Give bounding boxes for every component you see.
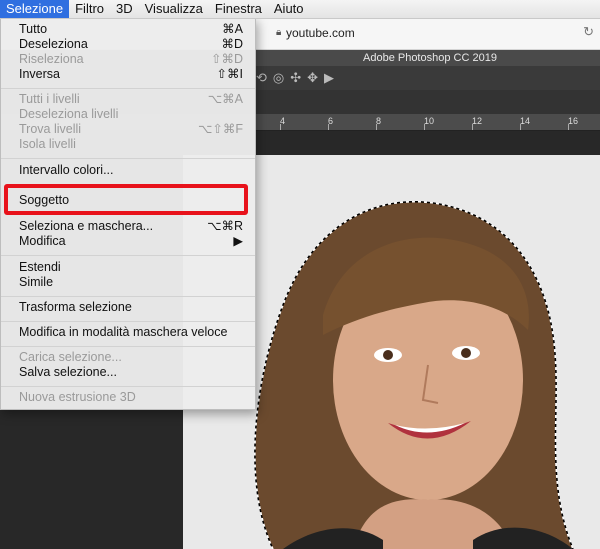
ruler-tick: 12 <box>472 116 483 126</box>
menu-separator <box>1 255 255 256</box>
menu-item-label: Nuova estrusione 3D <box>19 390 136 404</box>
menu-item-label: Intervallo colori... <box>19 163 114 177</box>
menu-item-label: Trova livelli <box>19 122 82 136</box>
menu-item-salva-selezione[interactable]: Salva selezione... <box>19 365 243 380</box>
menu-selezione[interactable]: Selezione <box>0 0 70 18</box>
menu-item-tutti-i-livelli: Tutti i livelli ⌥⌘A <box>19 92 243 107</box>
menu-aiuto[interactable]: Aiuto <box>268 0 310 18</box>
menu-item-label: Salva selezione... <box>19 365 117 379</box>
menu-item-maschera-veloce[interactable]: Modifica in modalità maschera veloce <box>19 325 243 340</box>
menu-item-riseleziona: Riseleziona ⇧⌘D <box>19 52 243 67</box>
menu-item-shortcut: ⇧⌘I <box>216 67 243 81</box>
menu-item-deseleziona[interactable]: Deseleziona ⌘D <box>19 37 243 52</box>
menu-item-seleziona-e-maschera[interactable]: Seleziona e maschera... ⌥⌘R <box>19 219 243 234</box>
menu-item-label: Simile <box>19 275 54 289</box>
3d-mode-icons[interactable]: ⟲◎✣✥▶ <box>256 70 340 86</box>
menu-item-label: Isola livelli <box>19 137 76 151</box>
menu-item-label: Seleziona e maschera... <box>19 219 154 233</box>
menu-3d[interactable]: 3D <box>110 0 139 18</box>
menu-item-label: Tutti i livelli <box>19 92 80 106</box>
menu-item-label: Modifica in modalità maschera veloce <box>19 325 228 339</box>
ruler-tick: 8 <box>376 116 382 126</box>
menu-item-intervallo-colori[interactable]: Intervallo colori... <box>19 163 243 178</box>
menu-separator <box>1 386 255 387</box>
menu-finestra[interactable]: Finestra <box>209 0 268 18</box>
menu-item-trova-livelli: Trova livelli ⌥⇧⌘F <box>19 122 243 137</box>
ruler-tick: 4 <box>280 116 286 126</box>
menu-item-label: Estendi <box>19 260 61 274</box>
menu-item-label: Trasforma selezione <box>19 300 132 314</box>
menu-item-label: Tutto <box>19 22 48 36</box>
menu-item-label: Deseleziona livelli <box>19 107 119 121</box>
menu-item-shortcut: ⌘A <box>222 22 243 36</box>
menu-item-label: Carica selezione... <box>19 350 122 364</box>
address-url[interactable]: youtube.com <box>286 26 355 40</box>
menu-separator <box>1 158 255 159</box>
menu-separator <box>1 346 255 347</box>
menu-separator <box>1 88 255 89</box>
menu-item-modifica[interactable]: Modifica ▶ <box>19 234 243 249</box>
menu-item-shortcut: ⌥⌘A <box>207 92 243 106</box>
menu-item-inversa[interactable]: Inversa ⇧⌘I <box>19 67 243 82</box>
menu-item-shortcut: ⇧⌘D <box>210 52 243 66</box>
menu-separator <box>1 321 255 322</box>
soggetto-highlight-box <box>4 184 248 215</box>
menu-visualizza[interactable]: Visualizza <box>139 0 209 18</box>
menu-item-carica-selezione: Carica selezione... <box>19 350 243 365</box>
app-menubar: Selezione Filtro 3D Visualizza Finestra … <box>0 0 600 19</box>
menu-item-label: Inversa <box>19 67 60 81</box>
menu-item-label: Modifica <box>19 234 66 248</box>
menu-item-isola-livelli: Isola livelli <box>19 137 243 152</box>
menu-item-label: Deseleziona <box>19 37 88 51</box>
reload-icon[interactable]: ↻ <box>583 24 594 40</box>
menu-item-shortcut: ⌥⇧⌘F <box>197 122 243 136</box>
menu-item-tutto[interactable]: Tutto ⌘A <box>19 22 243 37</box>
lock-icon: 🔒︎ <box>276 27 282 38</box>
menu-item-label: Riseleziona <box>19 52 84 66</box>
menu-item-deseleziona-livelli: Deseleziona livelli <box>19 107 243 122</box>
menu-item-simile[interactable]: Simile <box>19 275 243 290</box>
menu-item-nuova-estrusione-3d: Nuova estrusione 3D <box>19 390 243 405</box>
window-title: Adobe Photoshop CC 2019 <box>363 52 497 64</box>
submenu-arrow-icon: ▶ <box>233 234 243 248</box>
menu-item-shortcut: ⌘D <box>221 37 243 51</box>
menu-item-shortcut: ⌥⌘R <box>207 219 243 233</box>
menu-item-estendi[interactable]: Estendi <box>19 260 243 275</box>
ruler-tick: 10 <box>424 116 435 126</box>
ruler-tick: 6 <box>328 116 334 126</box>
menu-item-trasforma-selezione[interactable]: Trasforma selezione <box>19 300 243 315</box>
ruler-tick: 16 <box>568 116 579 126</box>
menu-separator <box>1 296 255 297</box>
menu-filtro[interactable]: Filtro <box>69 0 110 18</box>
ruler-tick: 14 <box>520 116 531 126</box>
